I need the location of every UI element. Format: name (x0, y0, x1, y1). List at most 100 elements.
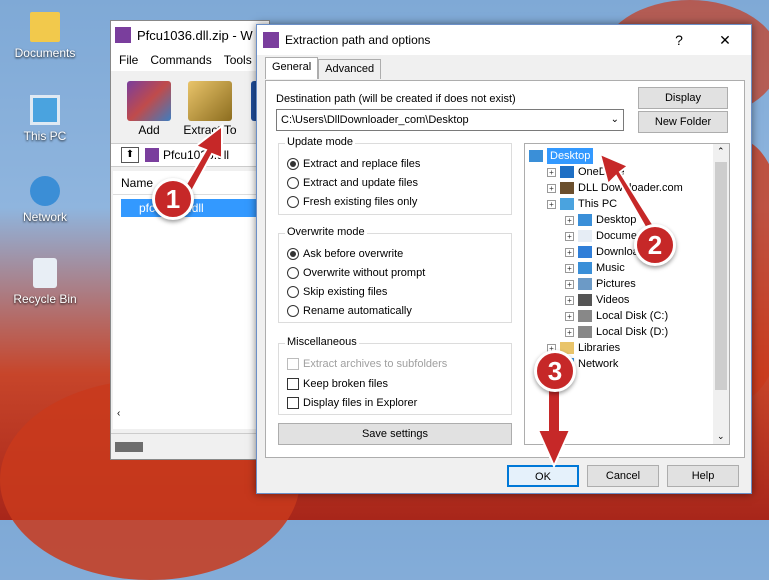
status-bar (111, 433, 269, 459)
tree-item-label: Local Disk (D:) (596, 326, 669, 338)
radio-rename-automatically[interactable]: Rename automatically (287, 303, 412, 319)
winrar-path: Pfcu1036.dll (163, 148, 230, 162)
expand-icon[interactable]: + (565, 231, 574, 241)
radio-skip-existing[interactable]: Skip existing files (287, 284, 387, 300)
radio-button[interactable] (287, 305, 299, 317)
tree-item[interactable]: + Music (565, 260, 625, 276)
winrar-title: Pfcu1036.dll.zip - W (137, 27, 253, 43)
dialog-title: Extraction path and options (285, 33, 431, 47)
radio-button[interactable] (287, 158, 299, 170)
radio-ask-before-overwrite[interactable]: Ask before overwrite (287, 246, 403, 262)
help-icon[interactable]: ? (659, 25, 699, 55)
winrar-window: Pfcu1036.dll.zip - W File Commands Tools… (110, 20, 270, 460)
tree-item-label: This PC (578, 198, 618, 210)
checkbox-extract-to-subfolders: Extract archives to subfolders (287, 356, 447, 372)
expand-icon[interactable]: + (547, 199, 556, 209)
checkbox[interactable] (287, 378, 299, 390)
update-mode-title: Update mode (285, 136, 356, 148)
hscroll-left-icon[interactable]: ‹ (117, 408, 120, 419)
winrar-titlebar: Pfcu1036.dll.zip - W (111, 21, 269, 49)
expand-icon[interactable]: + (547, 167, 556, 177)
desktop-icon-recycle-bin[interactable]: Recycle Bin (10, 258, 80, 306)
up-folder-icon[interactable]: ⬆ (121, 147, 139, 163)
radio-fresh-existing[interactable]: Fresh existing files only (287, 194, 417, 210)
tree-item[interactable]: + Desktop (565, 212, 636, 228)
tree-item-label: Music (596, 262, 625, 274)
radio-button[interactable] (287, 177, 299, 189)
folder-tree[interactable]: ⌃ ⌄ Desktop + OneDrive + DLL Downloader.com +… (524, 143, 730, 445)
checkbox-display-in-explorer[interactable]: Display files in Explorer (287, 395, 417, 411)
videos-icon (578, 294, 592, 306)
radio-button[interactable] (287, 248, 299, 260)
checkbox[interactable] (287, 397, 299, 409)
tree-item-label: Local Disk (C:) (596, 310, 669, 322)
tree-item[interactable]: + This PC (547, 196, 617, 212)
winrar-app-icon (263, 32, 279, 48)
tree-item[interactable]: Desktop (529, 148, 594, 164)
tree-item-label: Pictures (596, 278, 636, 290)
expand-icon[interactable]: + (547, 183, 556, 193)
expand-icon[interactable]: + (565, 311, 574, 321)
radio-extract-update[interactable]: Extract and update files (287, 175, 418, 191)
radio-overwrite-without-prompt[interactable]: Overwrite without prompt (287, 265, 425, 281)
chevron-down-icon[interactable]: ⌄ (611, 110, 619, 130)
destination-path-combo[interactable]: C:\Users\DllDownloader_com\Desktop ⌄ (276, 109, 624, 131)
tree-item-label: Network (578, 358, 619, 370)
checkbox-keep-broken-files[interactable]: Keep broken files (287, 376, 388, 392)
tree-item[interactable]: + DLL Downloader.com (547, 180, 683, 196)
dialog-tabs: General Advanced (265, 57, 382, 79)
folder-icon (30, 12, 60, 42)
ok-button[interactable]: OK (507, 465, 579, 487)
expand-icon[interactable]: + (565, 215, 574, 225)
cancel-button[interactable]: Cancel (587, 465, 659, 487)
expand-icon[interactable]: + (565, 263, 574, 273)
tree-item-label: DLL Downloader.com (578, 182, 683, 194)
tree-item-label: Libraries (578, 342, 621, 354)
desktop-icon-network[interactable]: Network (10, 176, 80, 224)
desktop-icon-documents[interactable]: Documents (10, 12, 80, 60)
tree-scrollbar[interactable]: ⌃ ⌄ (713, 144, 729, 444)
expand-icon[interactable]: + (565, 295, 574, 305)
menu-tools[interactable]: Tools (224, 53, 252, 67)
misc-title: Miscellaneous (285, 336, 359, 348)
tab-general[interactable]: General (265, 57, 319, 79)
tree-item[interactable]: + Local Disk (C:) (565, 308, 668, 324)
general-panel: Destination path (will be created if doe… (265, 80, 745, 458)
expand-icon[interactable]: + (565, 247, 574, 257)
radio-button[interactable] (287, 286, 299, 298)
misc-group: Miscellaneous Extract archives to subfol… (278, 336, 512, 415)
music-icon (578, 262, 592, 274)
menu-file[interactable]: File (119, 53, 138, 67)
desktop-icon (529, 150, 543, 162)
desktop-icon-this-pc[interactable]: This PC (10, 95, 80, 143)
disk-icon (578, 310, 592, 322)
tree-item[interactable]: + Local Disk (D:) (565, 324, 668, 340)
new-folder-button[interactable]: New Folder (638, 111, 728, 133)
expand-icon[interactable]: + (565, 327, 574, 337)
radio-button[interactable] (287, 196, 299, 208)
expand-icon[interactable]: + (565, 279, 574, 289)
documents-icon (578, 230, 592, 242)
radio-button[interactable] (287, 267, 299, 279)
tree-item[interactable]: + Videos (565, 292, 629, 308)
close-icon[interactable]: ✕ (705, 25, 745, 55)
pictures-icon (578, 278, 592, 290)
winrar-path-bar: ⬆ Pfcu1036.dll (111, 143, 269, 167)
step-badge-1: 1 (152, 178, 194, 220)
scroll-thumb[interactable] (715, 162, 727, 390)
tree-item[interactable]: + Pictures (565, 276, 636, 292)
scroll-down-icon[interactable]: ⌄ (717, 431, 725, 442)
scroll-up-icon[interactable]: ⌃ (717, 146, 725, 157)
save-settings-button[interactable]: Save settings (278, 423, 512, 445)
display-button[interactable]: Display (638, 87, 728, 109)
step-badge-3: 3 (534, 350, 576, 392)
tab-advanced[interactable]: Advanced (318, 59, 382, 79)
radio-extract-replace[interactable]: Extract and replace files (287, 156, 420, 172)
checkbox (287, 358, 299, 370)
add-button[interactable]: Add (123, 81, 175, 137)
menu-commands[interactable]: Commands (150, 53, 211, 67)
step-badge-2: 2 (634, 224, 676, 266)
extract-to-button[interactable]: Extract To (181, 81, 239, 137)
tree-item[interactable]: + OneDrive (547, 164, 624, 180)
help-button[interactable]: Help (667, 465, 739, 487)
